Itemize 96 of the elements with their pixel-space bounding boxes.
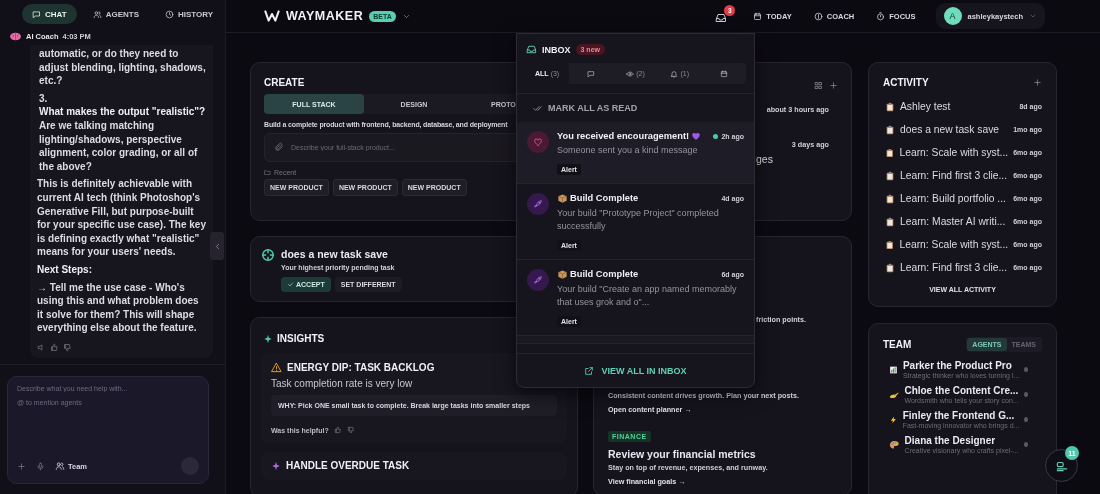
double-check-icon	[533, 103, 542, 113]
unread-dot	[713, 133, 719, 139]
warning-icon	[271, 362, 282, 373]
microphone-icon[interactable]	[36, 461, 45, 471]
status-dot	[1024, 367, 1028, 372]
popup-title: INBOX	[542, 44, 571, 55]
check-icon	[287, 281, 294, 288]
agent-name[interactable]: Finley the Frontend G...	[902, 410, 1020, 421]
people-icon	[55, 461, 65, 471]
notification-title: Build Complete	[570, 269, 639, 279]
calendar-icon	[753, 11, 763, 21]
grid-icon[interactable]	[814, 81, 823, 90]
suggestion-title: Review your financial metrics	[608, 448, 757, 460]
insight-title: ENERGY DIP: TASK BACKLOG	[287, 362, 435, 373]
insight-summary: Task completion rate is very low	[271, 378, 414, 389]
heart-icon	[691, 131, 702, 141]
list-question: What makes the output "realistic"?	[39, 105, 207, 119]
plus-icon[interactable]	[17, 461, 26, 471]
chat-icon	[32, 9, 41, 19]
status-dot	[1023, 442, 1028, 447]
panel-tab[interactable]: HISTORY	[154, 4, 224, 24]
thumbs-down-button[interactable]	[346, 426, 355, 434]
message-text: This is definitely achievable with current AI tech (think Photoshop's Generative Fill, but purpose-built for your specific use case). The key is defining exactly what "realistic" means for your users' needs.	[37, 177, 207, 259]
activity-title[interactable]: Learn: Find first 3 clie...	[900, 262, 1008, 273]
inbox-icon	[715, 12, 728, 24]
logo-icon	[264, 8, 280, 24]
clipboard-icon	[885, 124, 895, 135]
thumbs-up-icon	[333, 426, 342, 434]
paperclip-icon	[274, 142, 284, 152]
message-text: Are we talking matching lighting/shadows, perspective alignment, color grading, or all of the above?	[39, 118, 199, 174]
clipboard-icon	[885, 147, 895, 158]
notification-text: Your build "Prototype Project" completed successfully	[557, 206, 720, 233]
status-dot	[1023, 392, 1028, 397]
thumbs-down-icon[interactable]	[63, 342, 72, 352]
clipboard-icon	[885, 101, 895, 112]
activity-title[interactable]: Learn: Scale with syst...	[899, 147, 1009, 158]
folder-icon	[264, 169, 271, 176]
clipboard-icon	[885, 216, 895, 227]
plus-icon[interactable]	[1033, 78, 1042, 87]
message-text: automatic, or do they need to adjust blending, lighting, shadows, etc.?	[38, 47, 207, 88]
agent-name[interactable]: Diana the Designer	[904, 435, 1019, 446]
card-title: TEAM	[883, 339, 912, 350]
card-title: INSIGHTS	[277, 333, 325, 344]
palette-icon	[889, 438, 900, 451]
panel-tab[interactable]: AGENTS	[82, 4, 149, 24]
activity-title[interactable]: Learn: Build portfolio ...	[900, 193, 1006, 204]
speaker-icon[interactable]	[37, 342, 46, 352]
activity-title[interactable]: Learn: Find first 3 clie...	[900, 170, 1008, 181]
clipboard-icon	[885, 262, 895, 273]
brain-icon	[9, 30, 22, 43]
clipboard-icon	[885, 193, 895, 204]
coach-icon	[813, 11, 823, 21]
card-title: CREATE	[264, 77, 305, 88]
calendar-icon	[719, 69, 728, 78]
insight-title: HANDLE OVERDUE TASK	[286, 460, 410, 471]
clipboard-icon	[885, 170, 895, 181]
clipboard-icon	[885, 239, 895, 250]
rocket-icon	[533, 198, 543, 209]
panel-tab[interactable]: CHAT	[22, 4, 77, 24]
list-number: 3.	[39, 91, 49, 106]
task-title: does a new task save	[281, 248, 389, 260]
agent-name[interactable]: Parker the Product Pro	[902, 360, 1020, 371]
plus-icon[interactable]	[829, 81, 838, 90]
thumbs-up-button[interactable]	[333, 426, 342, 434]
activity-title[interactable]: Learn: Scale with syst...	[899, 239, 1009, 250]
target-icon	[261, 248, 275, 262]
package-icon	[557, 192, 568, 204]
rocket-icon	[533, 274, 543, 285]
chat-icon	[587, 69, 596, 78]
timer-icon	[876, 11, 886, 21]
collapse-handle[interactable]	[210, 232, 224, 260]
message-heading: Next Steps:	[37, 262, 93, 277]
agent-name[interactable]: Chloe the Content Cre...	[904, 385, 1019, 396]
activity-title[interactable]: Ashley test	[900, 101, 951, 112]
status-dot	[1024, 417, 1028, 422]
activity-title[interactable]: does a new task save	[900, 124, 1000, 135]
external-link-icon	[584, 365, 595, 376]
inbox-icon	[526, 44, 537, 55]
notification-text: Your build "Create an app named memorably that uses grok and o"...	[557, 282, 738, 309]
thumbs-up-icon[interactable]	[50, 342, 59, 352]
package-icon	[557, 268, 568, 280]
heart-icon	[533, 137, 543, 147]
activity-title[interactable]: Learn: Master AI writi...	[900, 216, 1006, 227]
view-all-inbox-button[interactable]: VIEW ALL IN INBOX	[517, 353, 754, 387]
eye-icon	[626, 69, 635, 78]
card-title: ACTIVITY	[883, 77, 929, 88]
update-title: ges	[756, 153, 774, 165]
chevron-down-icon	[1029, 12, 1037, 20]
brand-name: WAYMAKER	[286, 9, 364, 23]
user-avatar: A	[943, 7, 962, 25]
thumbs-down-icon	[346, 426, 355, 434]
notification-title: Build Complete	[570, 193, 639, 203]
people-icon	[92, 9, 102, 19]
clock-icon	[164, 9, 174, 19]
message-text: → Tell me the use case - Who's using this and what problem does it solve for them? This will shape everything else about the feature.	[37, 280, 200, 335]
bell-icon	[670, 69, 679, 78]
